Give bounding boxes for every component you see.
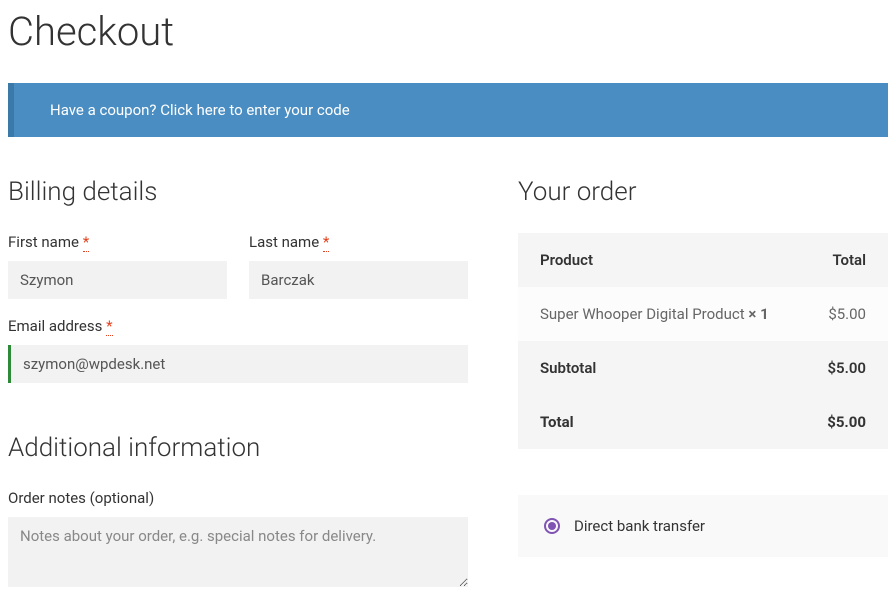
billing-heading: Billing details [8,177,468,207]
required-mark-icon: * [83,233,89,252]
required-mark-icon: * [323,233,329,252]
table-row: Super Whooper Digital Product × 1 $5.00 [518,287,888,341]
order-heading: Your order [518,177,888,207]
additional-heading: Additional information [8,433,468,463]
email-label: Email address * [8,317,468,335]
total-label: Total [518,395,802,449]
email-input[interactable] [8,345,468,383]
col-total: Total [802,233,888,287]
order-table: Product Total Super Whooper Digital Prod… [518,233,888,449]
last-name-input[interactable] [249,261,468,299]
first-name-label-text: First name [8,233,79,251]
order-notes-label: Order notes (optional) [8,489,468,507]
subtotal-value: $5.00 [802,341,888,395]
product-name: Super Whooper Digital Product [540,305,745,323]
first-name-label: First name * [8,233,227,251]
subtotal-label: Subtotal [518,341,802,395]
product-qty: × 1 [748,305,768,323]
last-name-label: Last name * [249,233,468,251]
coupon-prompt: Have a coupon? [50,101,157,119]
total-value: $5.00 [802,395,888,449]
col-product: Product [518,233,802,287]
coupon-link[interactable]: Click here to enter your code [160,101,349,119]
required-mark-icon: * [106,317,112,336]
payment-section: Direct bank transfer [518,495,888,557]
product-total: $5.00 [802,287,888,341]
first-name-input[interactable] [8,261,227,299]
order-notes-input[interactable] [8,517,468,587]
payment-option-direct-bank[interactable]: Direct bank transfer [544,517,862,535]
email-label-text: Email address [8,317,102,335]
coupon-banner[interactable]: Have a coupon? Click here to enter your … [8,83,888,137]
payment-label: Direct bank transfer [574,517,705,535]
last-name-label-text: Last name [249,233,319,251]
page-title: Checkout [8,8,888,55]
radio-icon[interactable] [544,518,560,534]
